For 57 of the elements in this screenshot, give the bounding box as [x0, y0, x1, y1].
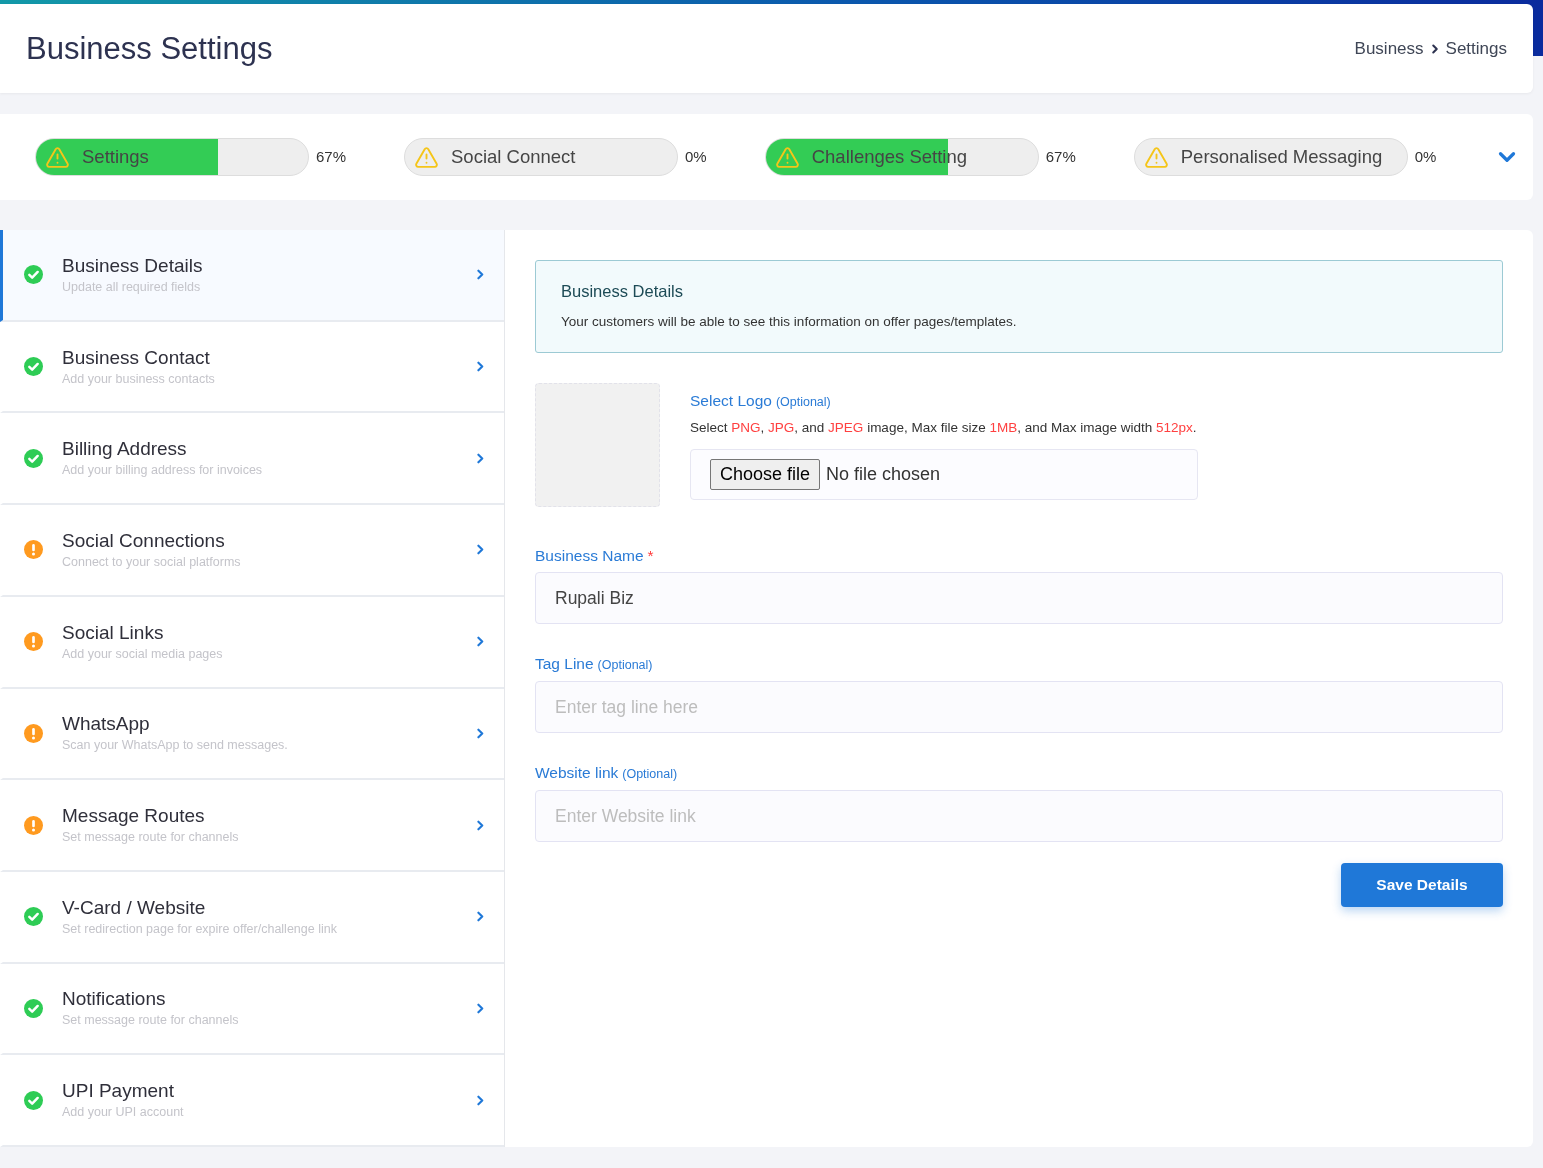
progress-percent: 67%	[316, 146, 347, 167]
chevron-right-icon	[477, 544, 484, 556]
sidebar-item-subtitle: Add your billing address for invoices	[62, 462, 263, 480]
sidebar-item-title: WhatsApp	[62, 712, 151, 737]
chevron-right-icon	[477, 1002, 484, 1014]
chevron-right-icon	[477, 452, 484, 464]
progress-percent: 0%	[1414, 146, 1437, 167]
logo-hint: Select PNG, JPG, and JPEG image, Max file size 1MB, and Max image width 512px.	[690, 419, 1198, 437]
progress-label: Social Connect	[451, 145, 576, 170]
chevron-right-icon	[477, 1094, 484, 1106]
sidebar-item-title: UPI Payment	[62, 1079, 175, 1104]
sidebar-item-title: Message Routes	[62, 804, 206, 829]
progress-label: Personalised Messaging	[1180, 145, 1383, 170]
progress-percent: 0%	[685, 146, 707, 167]
chevron-right-icon	[477, 911, 484, 923]
sidebar-item-subtitle: Add your business contacts	[62, 370, 215, 388]
breadcrumb-link[interactable]: Business	[1354, 35, 1424, 62]
chevron-right-icon	[477, 636, 484, 648]
field-label: Tag Line (Optional)	[535, 654, 654, 674]
sidebar-item-subtitle: Add your UPI account	[62, 1104, 184, 1122]
choose-file-button[interactable]: Choose file	[710, 459, 821, 490]
logo-label: Select Logo (Optional)	[690, 391, 832, 411]
sidebar-item-subtitle: Connect to your social platforms	[62, 553, 241, 571]
warning-icon	[1143, 144, 1169, 170]
text-field[interactable]: Enter tag line here	[535, 681, 1503, 733]
field-label: Website link (Optional)	[535, 763, 679, 783]
sidebar-item-title: Business Details	[62, 253, 203, 278]
text-field[interactable]: Enter Website link	[535, 790, 1503, 842]
file-status: No file chosen	[826, 463, 941, 486]
progress-percent: 67%	[1045, 146, 1076, 167]
sidebar-item-subtitle: Set redirection page for expire offer/challenge link	[62, 920, 337, 938]
sidebar-item-subtitle: Add your social media pages	[62, 645, 223, 663]
info-title: Business Details	[561, 281, 684, 302]
sidebar-item-subtitle: Set message route for channels	[62, 829, 239, 847]
warning-icon	[774, 144, 800, 170]
sidebar-item-subtitle: Scan your WhatsApp to send messages.	[62, 737, 288, 755]
chevron-right-icon	[477, 819, 484, 831]
chevron-right-icon	[477, 727, 484, 739]
warning-icon	[45, 144, 70, 170]
chevron-right-icon	[477, 361, 484, 373]
page-title: Business Settings	[26, 33, 273, 64]
sidebar-item-title: Notifications	[62, 987, 167, 1012]
sidebar-item-title: Social Links	[62, 620, 165, 645]
sidebar-item-title: Social Connections	[62, 528, 226, 553]
text-field[interactable]: Rupali Biz	[535, 572, 1503, 624]
breadcrumb-link[interactable]: Settings	[1445, 35, 1507, 62]
chevron-right-icon	[477, 269, 484, 281]
sidebar-item-subtitle: Set message route for channels	[62, 1012, 239, 1030]
info-description: Your customers will be able to see this information on offer pages/templates.	[561, 313, 1018, 331]
progress-label: Settings	[82, 145, 149, 170]
field-label: Business Name *	[535, 546, 655, 566]
sidebar-item-title: Business Contact	[62, 345, 211, 370]
save-button[interactable]: Save Details	[1341, 863, 1503, 907]
sidebar-item-title: Billing Address	[62, 437, 188, 462]
warning-icon	[414, 144, 440, 170]
file-input-field[interactable]: Choose file No file chosen	[690, 449, 1198, 500]
sidebar-item-title: V-Card / Website	[62, 895, 207, 920]
